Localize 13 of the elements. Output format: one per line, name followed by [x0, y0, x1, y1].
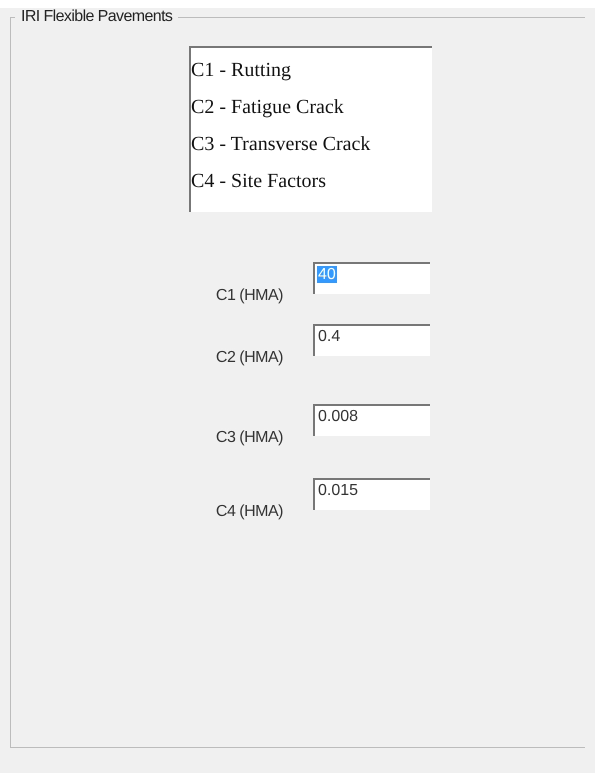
field-label: C3 (HMA) — [214, 429, 283, 447]
list-item[interactable]: C1 - Rutting — [191, 52, 432, 89]
list-item[interactable]: C4 - Site Factors — [191, 163, 432, 200]
input-field[interactable]: 0.008 — [313, 404, 430, 436]
list-item[interactable]: C3 - Transverse Crack — [191, 126, 432, 163]
list-item[interactable]: C2 - Fatigue Crack — [191, 89, 432, 126]
field-label: C4 (HMA) — [214, 503, 283, 521]
list-box[interactable]: C1 - Rutting C2 - Fatigue Crack C3 - Transverse Crack C4 - Site Factors — [189, 46, 432, 212]
input-field[interactable]: 0.015 — [313, 478, 430, 510]
input-field[interactable]: 0.4 — [313, 324, 430, 356]
field-label: C2 (HMA) — [214, 349, 283, 367]
field-label: C1 (HMA) — [214, 287, 283, 305]
group-title: IRI Flexible Pavements — [20, 8, 174, 26]
